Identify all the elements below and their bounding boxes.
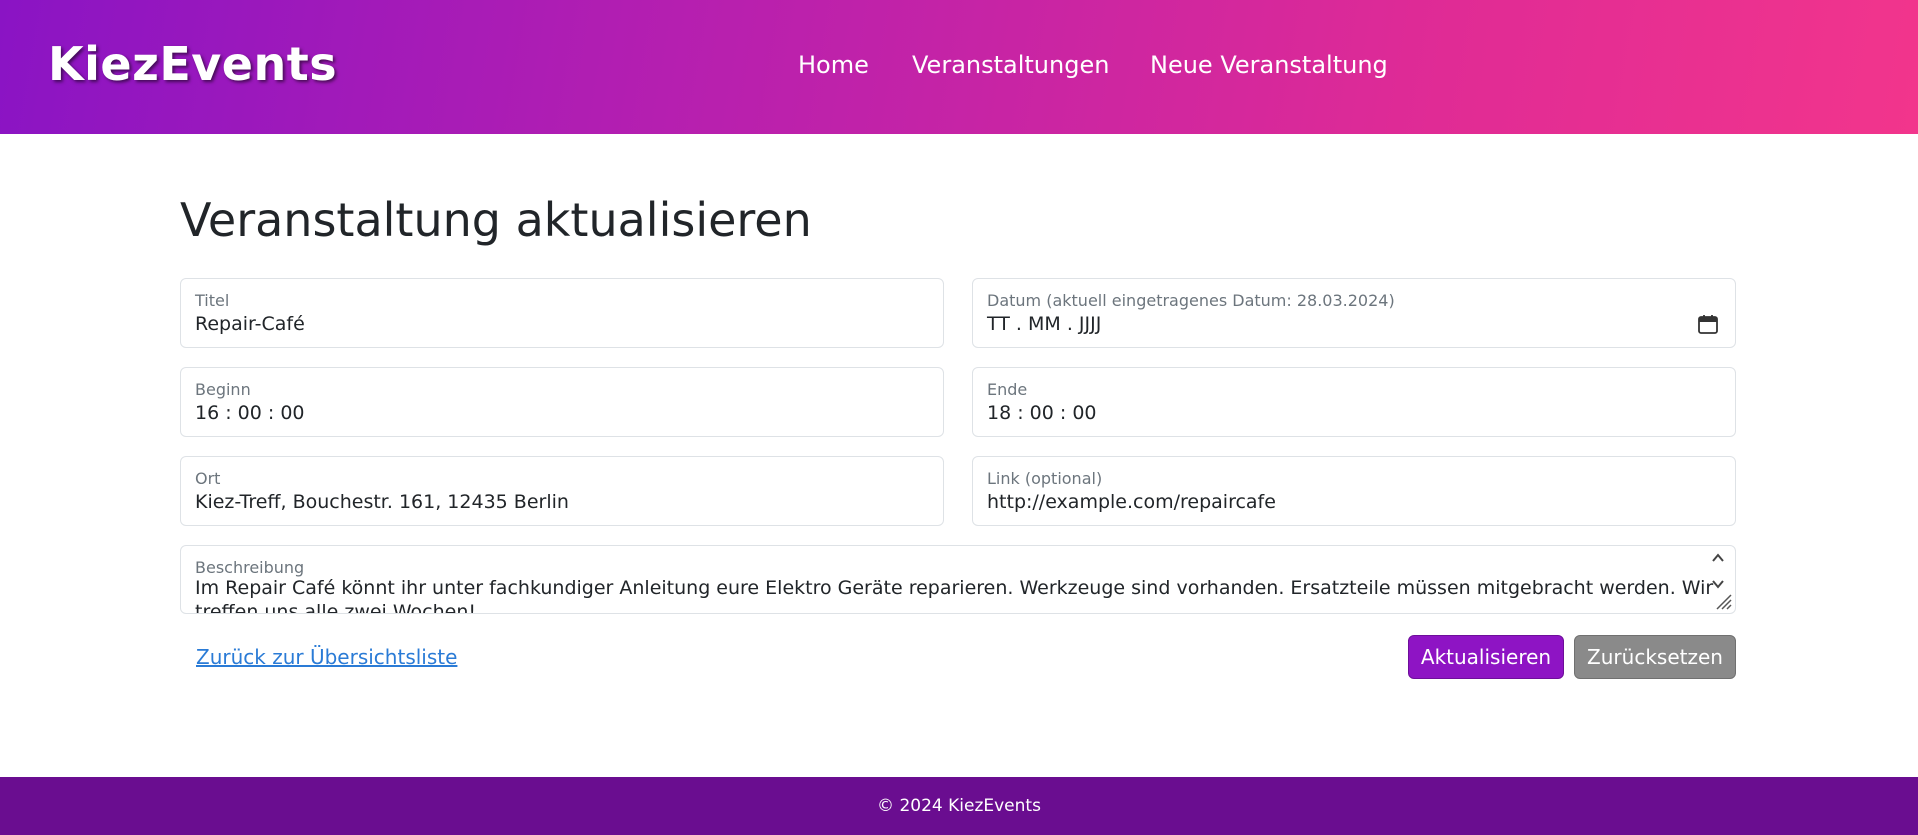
nav-home[interactable]: Home bbox=[798, 48, 869, 82]
ende-field[interactable]: Ende 18 : 00 : 00 bbox=[972, 367, 1736, 437]
datum-field[interactable]: Datum (aktuell eingetragenes Datum: 28.0… bbox=[972, 278, 1736, 348]
footer-copyright: © 2024 KiezEvents bbox=[877, 796, 1041, 816]
nav-veranstaltungen[interactable]: Veranstaltungen bbox=[912, 48, 1109, 82]
reset-button[interactable]: Zurücksetzen bbox=[1574, 635, 1736, 679]
ort-label: Ort bbox=[195, 469, 221, 488]
beschreibung-field[interactable]: Beschreibung Im Repair Café könnt ihr un… bbox=[180, 545, 1736, 614]
back-to-list-link[interactable]: Zurück zur Übersichtsliste bbox=[196, 645, 457, 669]
datum-input[interactable]: TT . MM . JJJJ bbox=[987, 312, 1101, 336]
beschreibung-textarea[interactable]: Im Repair Café könnt ihr unter fachkundi… bbox=[195, 576, 1715, 613]
nav-neue-veranstaltung[interactable]: Neue Veranstaltung bbox=[1150, 48, 1388, 82]
site-header: KiezEvents Home Veranstaltungen Neue Ver… bbox=[0, 0, 1918, 134]
beginn-label: Beginn bbox=[195, 380, 251, 399]
page-title: Veranstaltung aktualisieren bbox=[180, 193, 812, 247]
calendar-icon[interactable] bbox=[1697, 313, 1719, 335]
site-footer: © 2024 KiezEvents bbox=[0, 777, 1918, 835]
update-button[interactable]: Aktualisieren bbox=[1408, 635, 1564, 679]
link-field[interactable]: Link (optional) http://example.com/repai… bbox=[972, 456, 1736, 526]
beginn-input[interactable]: 16 : 00 : 00 bbox=[195, 401, 305, 425]
link-input[interactable]: http://example.com/repaircafe bbox=[987, 490, 1276, 514]
ort-input[interactable]: Kiez-Treff, Bouchestr. 161, 12435 Berlin bbox=[195, 490, 569, 514]
titel-field[interactable]: Titel Repair-Café bbox=[180, 278, 944, 348]
beschreibung-label: Beschreibung bbox=[195, 558, 305, 577]
datum-label: Datum (aktuell eingetragenes Datum: 28.0… bbox=[987, 291, 1395, 310]
ende-label: Ende bbox=[987, 380, 1028, 399]
scroll-down-icon[interactable] bbox=[1709, 576, 1727, 592]
link-label: Link (optional) bbox=[987, 469, 1103, 488]
scroll-up-icon[interactable] bbox=[1709, 550, 1727, 566]
ort-field[interactable]: Ort Kiez-Treff, Bouchestr. 161, 12435 Be… bbox=[180, 456, 944, 526]
main-nav: Home Veranstaltungen Neue Veranstaltung bbox=[0, 48, 1918, 82]
titel-input[interactable]: Repair-Café bbox=[195, 312, 305, 336]
ende-input[interactable]: 18 : 00 : 00 bbox=[987, 401, 1097, 425]
resize-handle-icon[interactable] bbox=[1713, 591, 1733, 611]
beginn-field[interactable]: Beginn 16 : 00 : 00 bbox=[180, 367, 944, 437]
titel-label: Titel bbox=[195, 291, 230, 310]
